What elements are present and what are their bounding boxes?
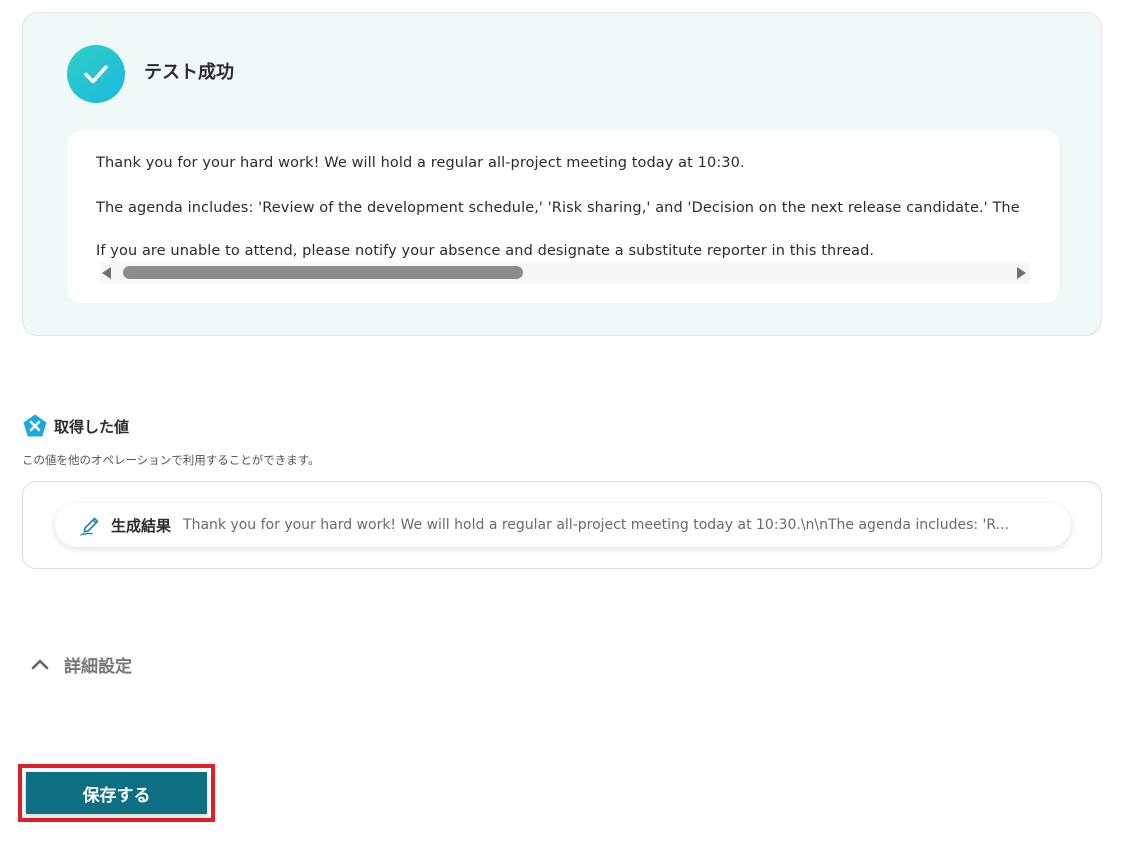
value-preview: Thank you for your hard work! We will ho… — [183, 517, 1009, 533]
save-button-highlight: 保存する — [18, 764, 215, 822]
horizontal-scrollbar[interactable] — [100, 262, 1030, 284]
value-pill-generated-result[interactable]: 生成結果 Thank you for your hard work! We wi… — [55, 503, 1071, 547]
acquired-values-description: この値を他のオペレーションで利用することができます。 — [22, 453, 320, 467]
output-line-1: Thank you for your hard work! We will ho… — [96, 155, 745, 171]
check-icon — [84, 65, 108, 84]
yoom-logo-icon — [23, 414, 47, 437]
details-settings-label: 詳細設定 — [64, 656, 132, 677]
chevron-up-icon — [31, 659, 49, 670]
output-line-2: The agenda includes: 'Review of the deve… — [96, 200, 1020, 216]
acquired-values-title: 取得した値 — [54, 417, 130, 436]
save-button[interactable]: 保存する — [26, 772, 207, 814]
acquired-values-header: 取得した値 — [22, 413, 129, 439]
test-output-viewport[interactable]: Thank you for your hard work! We will ho… — [96, 149, 1028, 261]
scroll-right-arrow-icon[interactable] — [1017, 267, 1026, 279]
pen-icon — [80, 517, 99, 536]
success-badge — [67, 45, 125, 103]
scrollbar-thumb[interactable] — [123, 266, 523, 279]
test-status-title: テスト成功 — [144, 62, 234, 83]
test-output-box: Thank you for your hard work! We will ho… — [67, 131, 1059, 303]
value-label: 生成結果 — [111, 516, 172, 535]
output-line-3: If you are unable to attend, please noti… — [96, 243, 875, 259]
details-settings-toggle[interactable]: 詳細設定 — [30, 650, 132, 678]
scroll-left-arrow-icon[interactable] — [102, 267, 111, 279]
acquired-values-box: 生成結果 Thank you for your hard work! We wi… — [22, 481, 1102, 569]
test-success-card: テスト成功 Thank you for your hard work! We w… — [22, 12, 1102, 336]
